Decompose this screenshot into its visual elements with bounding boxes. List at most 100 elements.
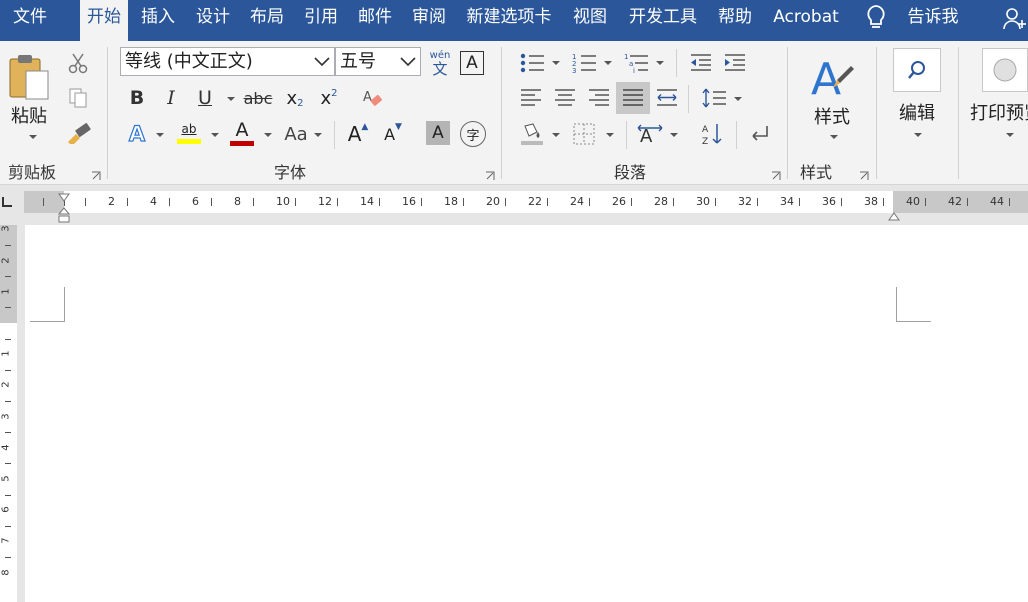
ruler-number: 2: [0, 256, 12, 264]
font-dialog-launcher-icon[interactable]: [485, 166, 495, 180]
justify-icon[interactable]: [616, 82, 650, 114]
tab-review[interactable]: 审阅: [404, 0, 454, 36]
scissors-icon[interactable]: [66, 51, 90, 75]
clipboard-dialog-launcher-icon[interactable]: [91, 166, 101, 180]
enclose-characters-button[interactable]: 字: [460, 121, 486, 147]
italic-button[interactable]: I: [160, 86, 182, 110]
ruler-tick: [547, 198, 548, 206]
ruler-tick: [967, 198, 968, 206]
format-painter-icon[interactable]: [66, 121, 92, 145]
paste-icon[interactable]: [6, 51, 54, 101]
bullets-dropdown-arrow[interactable]: [552, 61, 560, 65]
paste-button-label[interactable]: 粘贴: [11, 102, 47, 128]
horizontal-ruler[interactable]: 2 4 6 8 10 12 14 16 18 20 22 24 26 28 30 32 34 36 38 40 42 44: [0, 185, 1028, 225]
tab-developer[interactable]: 开发工具: [620, 0, 706, 36]
decrease-indent-icon[interactable]: [688, 51, 714, 75]
chinese-layout-dropdown-arrow[interactable]: [670, 133, 678, 137]
borders-icon[interactable]: [570, 121, 598, 147]
shrink-font-button[interactable]: A ▼: [380, 121, 406, 147]
print-preview-button-label[interactable]: 打印预览: [970, 99, 1028, 125]
copy-icon[interactable]: [66, 86, 90, 110]
ruler-number: 8: [234, 195, 241, 208]
numbering-icon[interactable]: 123: [570, 51, 598, 75]
search-icon[interactable]: [893, 48, 941, 92]
editing-button-label[interactable]: 编辑: [899, 99, 935, 125]
grow-font-button[interactable]: A ▲: [345, 121, 371, 147]
tab-view[interactable]: 视图: [565, 0, 615, 36]
chevron-down-icon[interactable]: [314, 57, 330, 67]
tab-acrobat[interactable]: Acrobat: [764, 0, 848, 36]
align-center-icon[interactable]: [552, 86, 578, 110]
character-shading-button[interactable]: A: [426, 121, 450, 145]
strikethrough-button[interactable]: abc: [243, 86, 273, 110]
line-spacing-icon[interactable]: [700, 86, 728, 110]
bold-button[interactable]: B: [126, 86, 148, 110]
vertical-ruler[interactable]: 3 2 1 1 2 3 4 5 6 7 8: [0, 225, 18, 602]
character-border-button[interactable]: A: [460, 51, 484, 75]
print-preview-icon[interactable]: [982, 48, 1028, 92]
separator: [787, 47, 788, 179]
sort-icon[interactable]: AZ: [700, 121, 726, 147]
svg-text:A: A: [702, 125, 709, 135]
multilevel-list-dropdown-arrow[interactable]: [656, 61, 664, 65]
styles-icon[interactable]: A: [806, 49, 856, 101]
styles-dialog-launcher-icon[interactable]: [859, 166, 869, 180]
tab-mailings[interactable]: 邮件: [350, 0, 400, 36]
tab-file[interactable]: 文件: [0, 0, 60, 36]
document-page[interactable]: [25, 225, 1028, 602]
text-effects-button[interactable]: A: [124, 121, 150, 147]
tab-selector-icon[interactable]: [0, 193, 18, 211]
shading-icon[interactable]: [518, 121, 546, 147]
tab-insert[interactable]: 插入: [133, 0, 183, 36]
ruler-tick: [379, 198, 380, 206]
superscript-button[interactable]: x2: [316, 86, 342, 110]
shading-dropdown-arrow[interactable]: [552, 133, 560, 137]
tab-design[interactable]: 设计: [188, 0, 238, 36]
tab-home[interactable]: 开始: [80, 0, 128, 41]
change-case-dropdown-arrow[interactable]: [314, 133, 322, 137]
font-color-button[interactable]: A: [228, 119, 256, 147]
font-size-combo[interactable]: 五号: [335, 47, 421, 76]
distributed-icon[interactable]: [654, 86, 680, 110]
font-color-dropdown-arrow[interactable]: [264, 133, 272, 137]
underline-dropdown-arrow[interactable]: [227, 97, 235, 101]
highlight-button[interactable]: ab: [174, 119, 204, 147]
multilevel-list-icon[interactable]: 1ai: [622, 51, 650, 75]
user-add-icon[interactable]: [1002, 6, 1028, 36]
tab-layout[interactable]: 布局: [242, 0, 292, 36]
right-indent-marker[interactable]: [888, 207, 900, 226]
styles-button-label[interactable]: 样式: [814, 103, 850, 129]
tab-references[interactable]: 引用: [296, 0, 346, 36]
tell-me-search[interactable]: 告诉我: [898, 0, 968, 36]
change-case-button[interactable]: Aa: [281, 121, 311, 147]
show-formatting-marks-icon[interactable]: [746, 121, 772, 147]
tab-new-tab[interactable]: 新建选项卡: [458, 0, 560, 36]
styles-group-label: 样式: [800, 163, 833, 182]
bullets-icon[interactable]: [518, 51, 546, 75]
align-right-icon[interactable]: [586, 86, 612, 110]
highlight-dropdown-arrow[interactable]: [211, 133, 219, 137]
paste-dropdown-arrow[interactable]: [29, 135, 37, 139]
subscript-button[interactable]: x2: [282, 86, 308, 110]
font-name-combo[interactable]: 等线 (中文正文): [120, 47, 335, 76]
increase-indent-icon[interactable]: [722, 51, 748, 75]
lightbulb-icon[interactable]: [865, 4, 887, 36]
clear-formatting-icon[interactable]: A: [360, 86, 386, 110]
chevron-down-icon[interactable]: [400, 57, 416, 67]
align-left-icon[interactable]: [518, 86, 544, 110]
editing-dropdown-arrow[interactable]: [914, 133, 922, 137]
borders-dropdown-arrow[interactable]: [606, 133, 614, 137]
chinese-layout-icon[interactable]: A: [636, 121, 664, 147]
styles-dropdown-arrow[interactable]: [830, 135, 838, 139]
paragraph-dialog-launcher-icon[interactable]: [771, 166, 781, 180]
phonetic-guide-pinyin: wén: [429, 49, 451, 61]
print-preview-dropdown-arrow[interactable]: [1006, 133, 1014, 137]
ruler-number: 44: [990, 195, 1004, 208]
text-effects-dropdown-arrow[interactable]: [156, 133, 164, 137]
phonetic-guide-button[interactable]: wén 文: [426, 47, 454, 79]
underline-button[interactable]: U: [194, 86, 216, 110]
numbering-dropdown-arrow[interactable]: [604, 61, 612, 65]
first-line-indent-marker[interactable]: [58, 188, 70, 207]
tab-help[interactable]: 帮助: [710, 0, 760, 36]
line-spacing-dropdown-arrow[interactable]: [734, 97, 742, 101]
